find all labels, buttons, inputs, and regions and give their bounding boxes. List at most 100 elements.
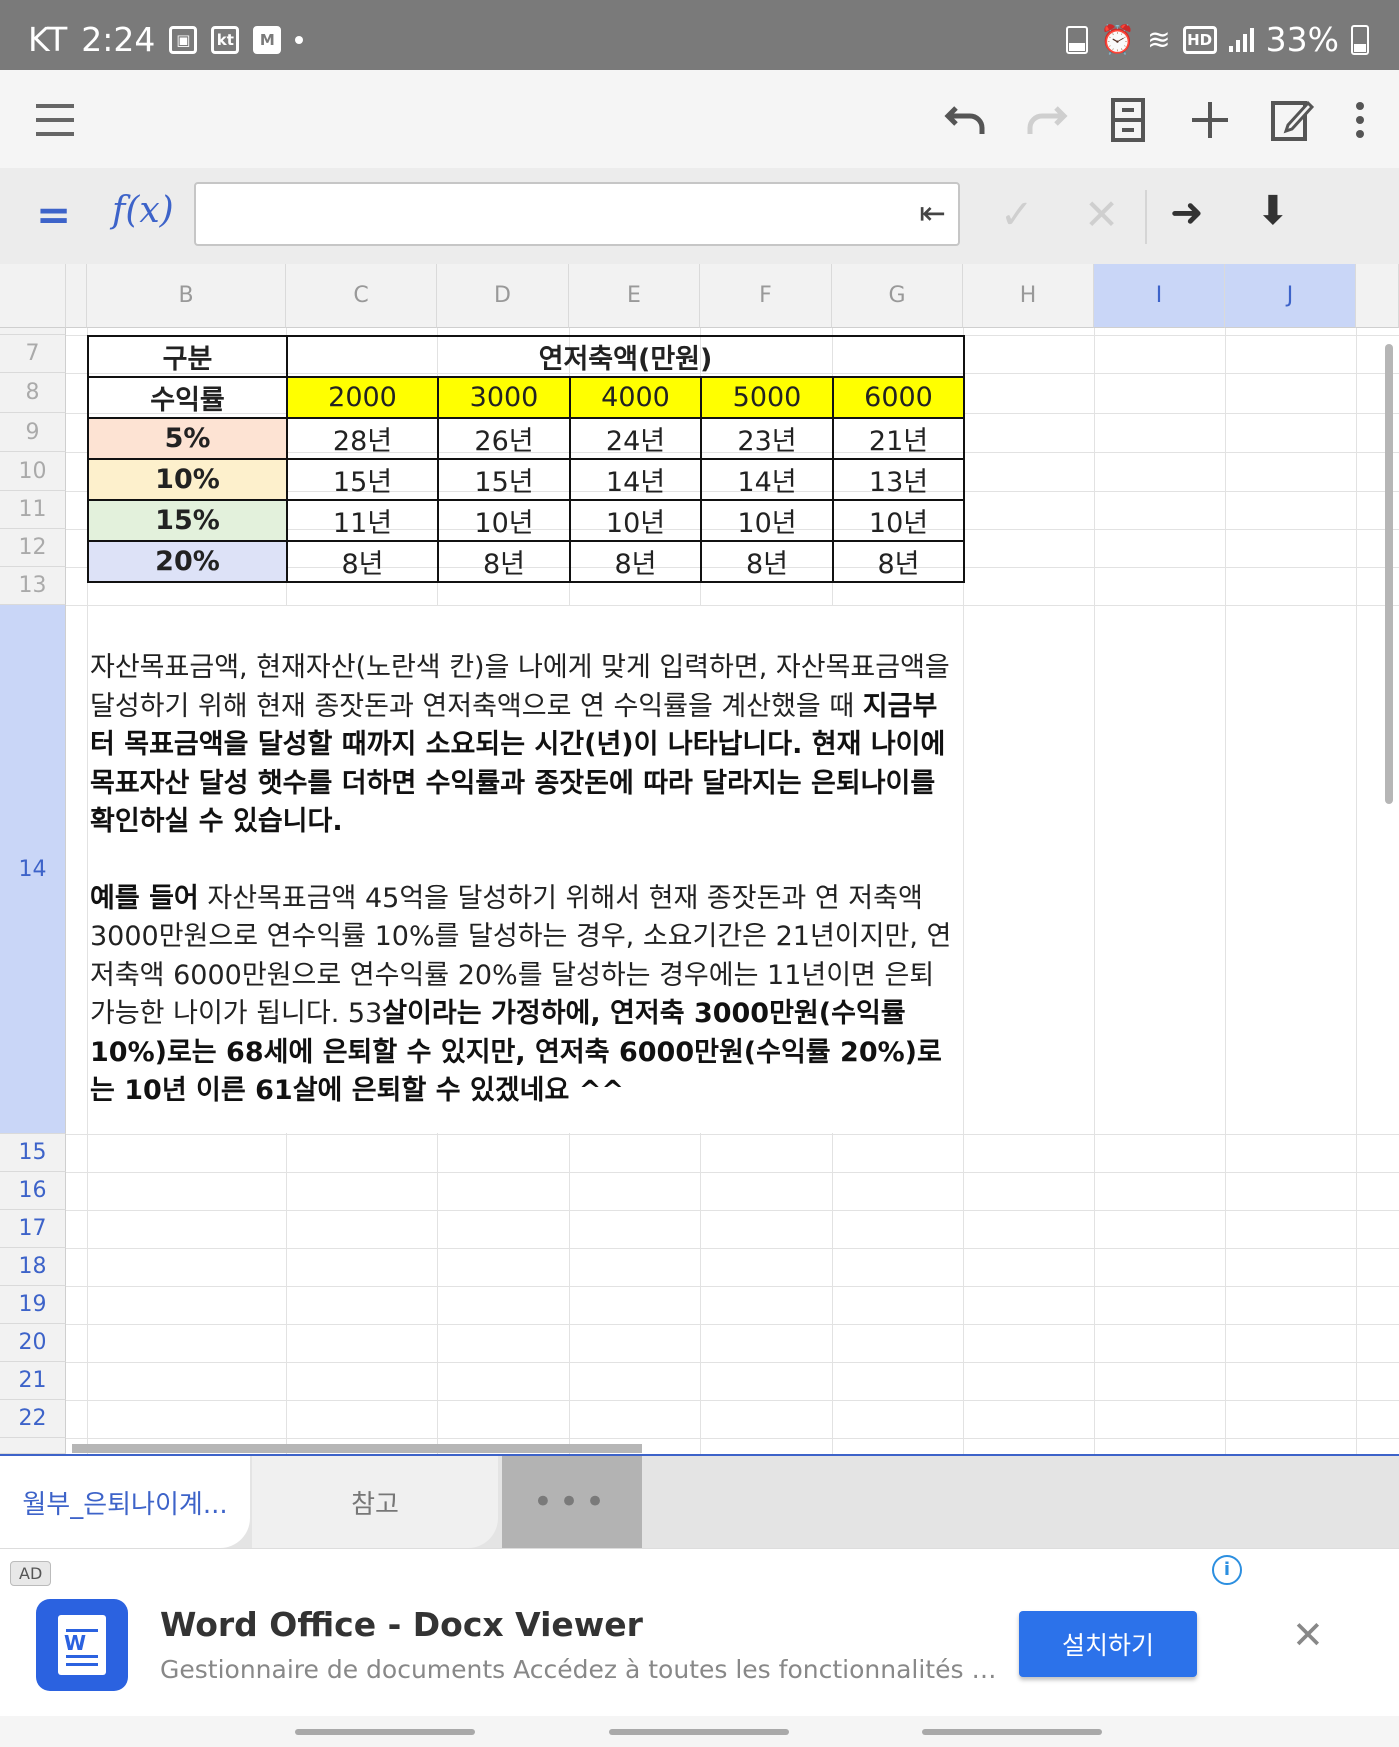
row-header[interactable]: 18 bbox=[0, 1248, 66, 1286]
close-icon[interactable]: ✕ bbox=[1292, 1613, 1324, 1657]
rate-cell[interactable]: 20% bbox=[87, 540, 288, 583]
row-header[interactable]: 15 bbox=[0, 1134, 66, 1172]
mstock-icon: M bbox=[253, 25, 282, 54]
amount-cell[interactable]: 5000 bbox=[700, 376, 834, 419]
years-cell[interactable]: 14년 bbox=[700, 458, 834, 501]
grid-line bbox=[66, 1438, 1399, 1439]
vertical-scrollbar[interactable] bbox=[1385, 344, 1393, 804]
years-cell[interactable]: 11년 bbox=[286, 499, 439, 542]
years-cell[interactable]: 8년 bbox=[286, 540, 439, 583]
sheet-icon[interactable] bbox=[1102, 94, 1154, 146]
amount-cell[interactable]: 4000 bbox=[569, 376, 702, 419]
amount-cell[interactable]: 2000 bbox=[286, 376, 439, 419]
undo-icon[interactable] bbox=[940, 94, 992, 146]
function-icon[interactable]: f(x) bbox=[112, 190, 174, 231]
formula-input[interactable]: ⇤ bbox=[194, 182, 960, 246]
years-cell[interactable]: 10년 bbox=[832, 499, 965, 542]
ad-title[interactable]: Word Office - Docx Viewer bbox=[160, 1605, 643, 1644]
corner-cell[interactable] bbox=[0, 264, 66, 328]
status-bar: KT 2:24 ▣ kt M ⏰ ≋ HD 33% bbox=[0, 0, 1399, 70]
row-header[interactable]: 10 bbox=[0, 452, 66, 491]
column-header[interactable]: C bbox=[286, 264, 437, 328]
redo-icon[interactable] bbox=[1020, 94, 1072, 146]
years-cell[interactable]: 26년 bbox=[437, 417, 571, 460]
back-button[interactable] bbox=[922, 1729, 1102, 1735]
row-header[interactable] bbox=[0, 328, 66, 335]
row-header[interactable]: 16 bbox=[0, 1172, 66, 1210]
row-header[interactable]: 17 bbox=[0, 1210, 66, 1248]
column-header-selected[interactable]: J bbox=[1225, 264, 1356, 328]
row-header-selected[interactable]: 14 bbox=[0, 605, 66, 1134]
column-header[interactable]: F bbox=[700, 264, 832, 328]
word-office-logo[interactable]: W bbox=[36, 1599, 128, 1691]
install-button[interactable]: 설치하기 bbox=[1019, 1611, 1197, 1677]
row-header[interactable]: 9 bbox=[0, 413, 66, 452]
column-header[interactable]: E bbox=[569, 264, 700, 328]
arrow-right-icon[interactable]: ➜ bbox=[1170, 190, 1204, 236]
row-header[interactable]: 13 bbox=[0, 567, 66, 605]
column-a-header[interactable] bbox=[66, 264, 87, 328]
column-header-selected[interactable]: I bbox=[1094, 264, 1225, 328]
spreadsheet-grid[interactable]: B C D E F G H I J 7 8 9 10 11 12 13 14 1… bbox=[0, 264, 1399, 1454]
years-cell[interactable]: 23년 bbox=[700, 417, 834, 460]
enter-icon[interactable]: ⇤ bbox=[919, 194, 946, 232]
ad-banner[interactable]: AD i W Word Office - Docx Viewer Gestion… bbox=[0, 1548, 1399, 1717]
more-icon[interactable] bbox=[1334, 94, 1386, 146]
row-header[interactable]: 21 bbox=[0, 1362, 66, 1400]
row-header[interactable]: 8 bbox=[0, 373, 66, 413]
home-button[interactable] bbox=[609, 1729, 789, 1735]
row-header[interactable]: 20 bbox=[0, 1324, 66, 1362]
years-cell[interactable]: 15년 bbox=[286, 458, 439, 501]
sheet-tab-active[interactable]: 월부_은퇴나이계... bbox=[0, 1456, 250, 1548]
years-cell[interactable]: 24년 bbox=[569, 417, 702, 460]
confirm-icon[interactable]: ✓ bbox=[1000, 192, 1034, 238]
cancel-icon[interactable]: ✕ bbox=[1084, 190, 1119, 239]
hd-icon: HD bbox=[1182, 25, 1217, 54]
column-header[interactable]: G bbox=[832, 264, 963, 328]
column-header[interactable]: H bbox=[963, 264, 1094, 328]
recents-button[interactable] bbox=[295, 1729, 475, 1735]
years-cell[interactable]: 15년 bbox=[437, 458, 571, 501]
sheet-tabs: 월부_은퇴나이계... 참고 ••• bbox=[0, 1454, 1399, 1550]
years-cell[interactable]: 10년 bbox=[437, 499, 571, 542]
column-header[interactable]: B bbox=[87, 264, 286, 328]
row-header[interactable]: 12 bbox=[0, 529, 66, 567]
note-p2-lead: 예를 들어 bbox=[90, 882, 199, 914]
column-header[interactable] bbox=[1356, 264, 1399, 328]
horizontal-scrollbar[interactable] bbox=[72, 1444, 642, 1453]
row-header[interactable]: 11 bbox=[0, 491, 66, 529]
amount-cell[interactable]: 6000 bbox=[832, 376, 965, 419]
rate-cell[interactable]: 10% bbox=[87, 458, 288, 501]
years-cell[interactable]: 8년 bbox=[832, 540, 965, 583]
years-cell[interactable]: 28년 bbox=[286, 417, 439, 460]
row-header[interactable] bbox=[0, 1438, 66, 1454]
grid-line bbox=[66, 1210, 1399, 1211]
equals-icon[interactable]: = bbox=[36, 190, 71, 239]
years-cell[interactable]: 8년 bbox=[569, 540, 702, 583]
years-cell[interactable]: 10년 bbox=[700, 499, 834, 542]
header-span-cell[interactable]: 연저축액(만원) bbox=[286, 335, 965, 378]
add-icon[interactable] bbox=[1184, 94, 1236, 146]
header-label-cell[interactable]: 구분 bbox=[87, 335, 288, 378]
years-cell[interactable]: 13년 bbox=[832, 458, 965, 501]
menu-icon[interactable] bbox=[28, 94, 80, 146]
years-cell[interactable]: 8년 bbox=[700, 540, 834, 583]
row-header[interactable]: 7 bbox=[0, 335, 66, 373]
row-label-cell[interactable]: 수익률 bbox=[87, 376, 288, 419]
sheet-tab[interactable]: 참고 bbox=[252, 1456, 498, 1548]
years-cell[interactable]: 8년 bbox=[437, 540, 571, 583]
edit-icon[interactable] bbox=[1266, 94, 1318, 146]
row-header[interactable]: 22 bbox=[0, 1400, 66, 1438]
more-tabs-button[interactable]: ••• bbox=[502, 1456, 642, 1548]
ad-description[interactable]: Gestionnaire de documents Accédez à tout… bbox=[160, 1655, 1005, 1684]
column-header[interactable]: D bbox=[437, 264, 569, 328]
rate-cell[interactable]: 5% bbox=[87, 417, 288, 460]
arrow-down-icon[interactable]: ⬇ bbox=[1256, 188, 1290, 234]
rate-cell[interactable]: 15% bbox=[87, 499, 288, 542]
info-icon[interactable]: i bbox=[1212, 1555, 1242, 1585]
years-cell[interactable]: 10년 bbox=[569, 499, 702, 542]
amount-cell[interactable]: 3000 bbox=[437, 376, 571, 419]
row-header[interactable]: 19 bbox=[0, 1286, 66, 1324]
years-cell[interactable]: 21년 bbox=[832, 417, 965, 460]
years-cell[interactable]: 14년 bbox=[569, 458, 702, 501]
